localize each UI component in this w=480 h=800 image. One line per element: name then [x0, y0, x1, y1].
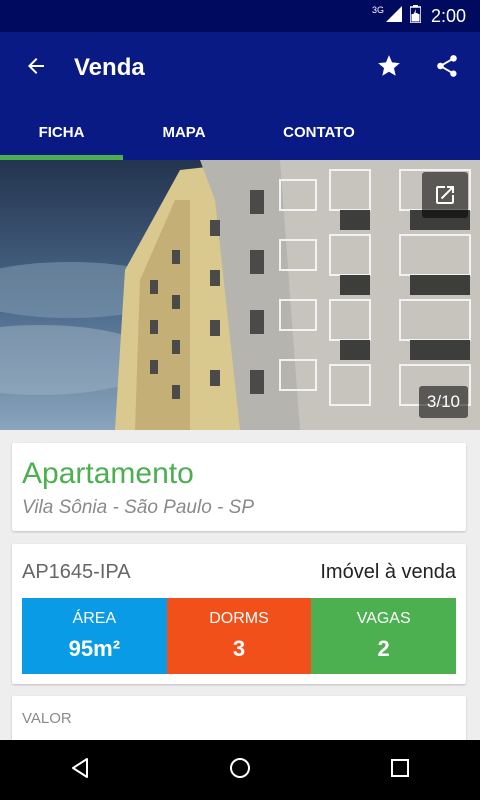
- nav-back-button[interactable]: [40, 740, 120, 800]
- open-external-button[interactable]: [422, 172, 468, 218]
- system-navigation-bar: [0, 740, 480, 800]
- square-recents-icon: [389, 757, 411, 784]
- stat-label: DORMS: [209, 610, 269, 627]
- signal-icon: [385, 5, 402, 27]
- price-label: VALOR: [22, 710, 72, 727]
- open-in-new-icon: [433, 183, 457, 207]
- property-code: AP1645-IPA: [22, 560, 131, 583]
- building-image: [0, 160, 480, 430]
- property-type: Apartamento: [22, 457, 194, 490]
- clock: 2:00: [430, 5, 466, 26]
- stat-label: VAGAS: [356, 610, 411, 627]
- tab-mapa[interactable]: MAPA: [123, 104, 245, 160]
- stat-area: ÁREA 95m²: [22, 598, 167, 674]
- back-button[interactable]: [0, 32, 72, 104]
- share-button[interactable]: [418, 32, 476, 104]
- network-type: 3G: [371, 5, 384, 15]
- tab-bar: FICHA MAPA CONTATO: [0, 104, 480, 160]
- toolbar: Venda: [0, 32, 480, 104]
- photo-counter: 3/10: [418, 386, 468, 418]
- triangle-back-icon: [68, 756, 92, 785]
- star-icon: [376, 53, 402, 84]
- tab-contato[interactable]: CONTATO: [245, 104, 393, 160]
- circle-home-icon: [228, 756, 252, 785]
- status-bar: 3G 2:00: [0, 0, 480, 32]
- property-details-card: AP1645-IPA Imóvel à venda ÁREA 95m² DORM…: [12, 544, 466, 684]
- stat-vagas: VAGAS 2: [311, 598, 457, 674]
- stat-value: 2: [377, 636, 390, 661]
- stat-value: 95m²: [68, 636, 121, 661]
- property-header-card: Apartamento Vila Sônia - São Paulo - SP: [12, 443, 466, 531]
- page-title: Venda: [74, 54, 145, 81]
- favorite-button[interactable]: [360, 32, 418, 104]
- tab-ficha[interactable]: FICHA: [0, 104, 123, 160]
- nav-home-button[interactable]: [200, 740, 280, 800]
- property-location: Vila Sônia - São Paulo - SP: [22, 497, 255, 518]
- battery-icon: [409, 4, 422, 28]
- property-stats: ÁREA 95m² DORMS 3 VAGAS 2: [22, 598, 457, 674]
- stat-dorms: DORMS 3: [166, 598, 312, 674]
- arrow-back-icon: [24, 54, 48, 83]
- stat-label: ÁREA: [72, 610, 117, 627]
- nav-recents-button[interactable]: [360, 740, 440, 800]
- property-photo[interactable]: 3/10: [0, 160, 480, 430]
- share-icon: [434, 53, 460, 84]
- stat-value: 3: [232, 636, 246, 661]
- app-bar: Venda FICHA MAPA CONTATO: [0, 32, 480, 160]
- property-status: Imóvel à venda: [320, 560, 456, 583]
